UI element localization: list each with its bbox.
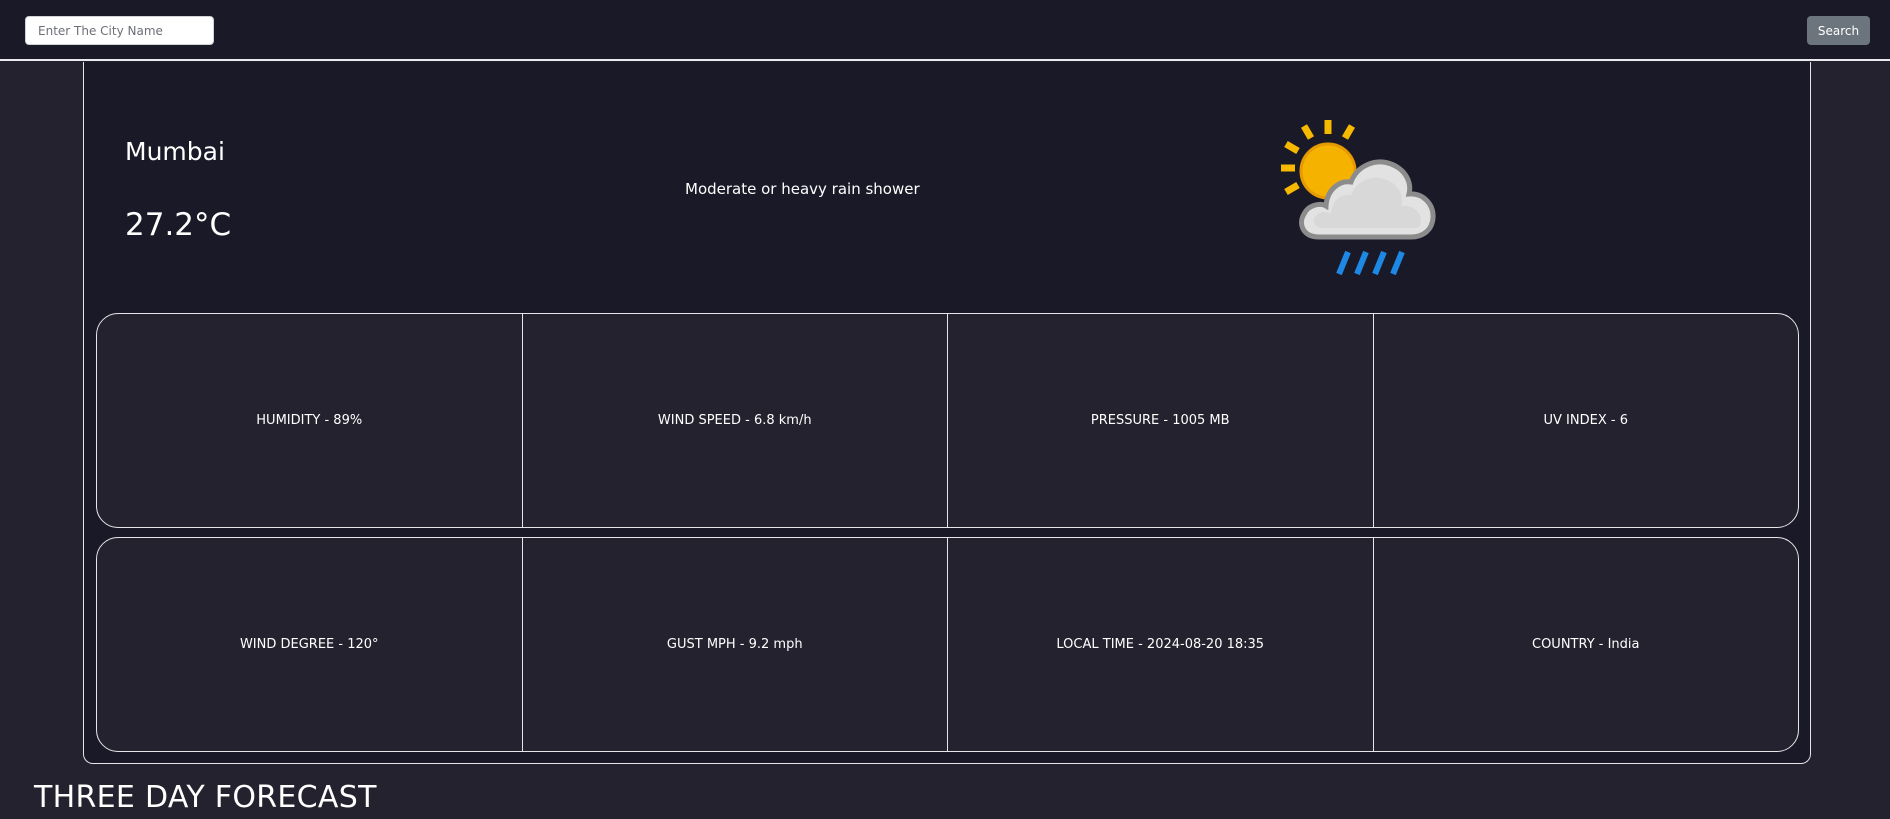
humidity-stat: HUMIDITY - 89% <box>97 314 523 527</box>
city-search-input[interactable] <box>25 16 214 45</box>
search-button[interactable]: Search <box>1807 16 1870 45</box>
forecast-heading: THREE DAY FORECAST <box>34 780 377 815</box>
local-time-stat: LOCAL TIME - 2024-08-20 18:35 <box>948 538 1374 751</box>
wind-speed-stat: WIND SPEED - 6.8 km/h <box>523 314 948 527</box>
rain-drops <box>1336 250 1405 276</box>
sun-cloud-rain-icon <box>1281 120 1436 276</box>
current-weather-card: Mumbai 27.2°C Moderate or heavy rain sho… <box>83 62 1811 764</box>
wind-degree-stat: WIND DEGREE - 120° <box>97 538 523 751</box>
temperature: 27.2°C <box>125 207 232 243</box>
country-stat: COUNTRY - India <box>1532 637 1640 652</box>
weather-condition: Moderate or heavy rain shower <box>685 180 920 198</box>
pressure-stat: PRESSURE - 1005 MB <box>948 314 1374 527</box>
top-navbar: Search <box>0 0 1890 61</box>
city-name: Mumbai <box>125 137 225 166</box>
gust-mph-stat: GUST MPH - 9.2 mph <box>523 538 948 751</box>
weather-stats-row-1: HUMIDITY - 89% WIND SPEED - 6.8 km/h PRE… <box>96 313 1799 528</box>
uv-index-stat: UV INDEX - 6 <box>1543 413 1628 428</box>
weather-stats-row-2: WIND DEGREE - 120° GUST MPH - 9.2 mph LO… <box>96 537 1799 752</box>
